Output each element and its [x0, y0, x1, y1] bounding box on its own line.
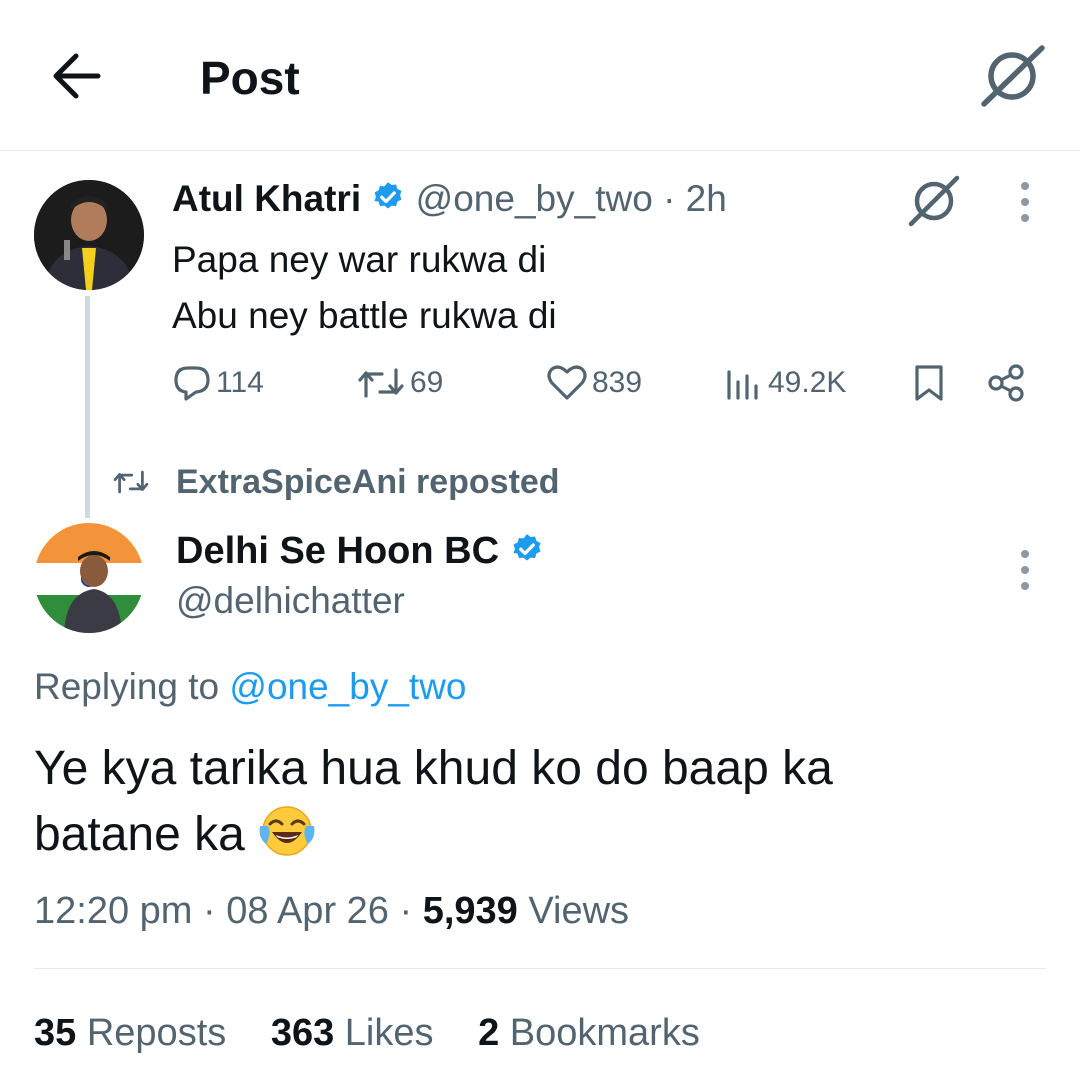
separator: · [203, 890, 216, 932]
tweet-text: Ye kya tarika hua khud ko do baap ka bat… [34, 736, 1044, 868]
bookmarks-count: 2 [478, 1012, 500, 1054]
share-button[interactable] [986, 360, 1030, 406]
header-divider [0, 150, 1080, 151]
separator: · [663, 178, 676, 219]
repost-count: 69 [410, 366, 444, 399]
avatar[interactable] [34, 180, 144, 290]
repost-indicator-icon [112, 464, 150, 500]
tweet-meta: 12:20 pm · 08 Apr 26 · 5,939 Views [34, 888, 629, 934]
reply-button[interactable]: 114 [172, 360, 264, 406]
back-button[interactable] [48, 50, 108, 102]
divider [34, 968, 1046, 969]
likes-stat[interactable]: 363 Likes [271, 1012, 434, 1054]
like-button[interactable]: 839 [546, 360, 642, 406]
repost-button[interactable]: 69 [356, 360, 443, 406]
tweet-text: Papa ney war rukwa di Abu ney battle ruk… [172, 232, 557, 344]
heart-icon [547, 365, 587, 400]
more-vertical-icon [1021, 550, 1029, 590]
parent-tweet-header: Atul Khatri @one_by_two · 2h [172, 176, 727, 222]
tweet-line: Papa ney war rukwa di [172, 239, 547, 280]
author-handle[interactable]: @one_by_two [416, 178, 653, 219]
tweet-line: Abu ney battle rukwa di [172, 295, 557, 336]
bookmarks-stat[interactable]: 2 Bookmarks [478, 1012, 700, 1054]
tweet-line: batane ka [34, 808, 245, 861]
view-count: 49.2K [768, 366, 847, 399]
avatar-image [34, 180, 144, 290]
reposts-stat[interactable]: 35 Reposts [34, 1012, 226, 1054]
views-count[interactable]: 5,939 [423, 890, 518, 932]
author-name-row: Delhi Se Hoon BC [176, 528, 544, 574]
author-name[interactable]: Atul Khatri [172, 178, 361, 219]
avatar-image [34, 523, 144, 633]
views-label[interactable]: Views [528, 890, 629, 932]
replying-to: Replying to @one_by_two [34, 664, 467, 710]
verified-badge-icon [513, 534, 541, 561]
repost-icon [358, 368, 404, 398]
thread-line [85, 296, 90, 518]
reply-count: 114 [216, 366, 264, 399]
author-handle[interactable]: @delhichatter [176, 578, 405, 624]
reply-icon [174, 366, 210, 401]
repost-indicator-text[interactable]: ExtraSpiceAni reposted [176, 460, 560, 504]
tweet-time[interactable]: 12:20 pm [34, 890, 192, 932]
tweet-line: Ye kya tarika hua khud ko do baap ka [34, 742, 833, 795]
grok-button[interactable] [905, 172, 963, 230]
arrow-left-icon [53, 53, 101, 99]
page-title: Post [200, 52, 300, 104]
reposts-count: 35 [34, 1012, 77, 1054]
engagement-stats: 35 Reposts 363 Likes 2 Bookmarks [34, 1010, 734, 1056]
likes-count: 363 [270, 1012, 335, 1054]
grok-icon [981, 45, 1045, 107]
grok-icon [908, 175, 960, 227]
verified-badge-icon [374, 182, 402, 209]
face-with-tears-of-joy-icon [259, 806, 315, 857]
tweet-date[interactable]: 08 Apr 26 [226, 890, 389, 932]
timestamp[interactable]: 2h [686, 178, 727, 219]
share-icon [988, 364, 1024, 402]
analytics-icon [727, 370, 758, 400]
likes-label: Likes [344, 1012, 434, 1054]
replying-handle-link[interactable]: @one_by_two [229, 666, 466, 707]
like-count: 839 [592, 366, 643, 399]
more-vertical-icon [1021, 182, 1029, 222]
bookmarks-label: Bookmarks [509, 1012, 700, 1054]
views-button[interactable]: 49.2K [724, 360, 846, 406]
separator: · [399, 890, 413, 932]
author-name[interactable]: Delhi Se Hoon BC [176, 530, 499, 572]
more-options-button[interactable] [1012, 180, 1038, 224]
more-options-button[interactable] [1012, 548, 1038, 592]
bookmark-icon [915, 365, 943, 401]
reposts-label: Reposts [86, 1012, 227, 1054]
bookmark-button[interactable] [912, 360, 950, 406]
avatar[interactable] [34, 523, 144, 633]
grok-button[interactable] [978, 42, 1048, 108]
replying-prefix: Replying to [34, 666, 220, 707]
